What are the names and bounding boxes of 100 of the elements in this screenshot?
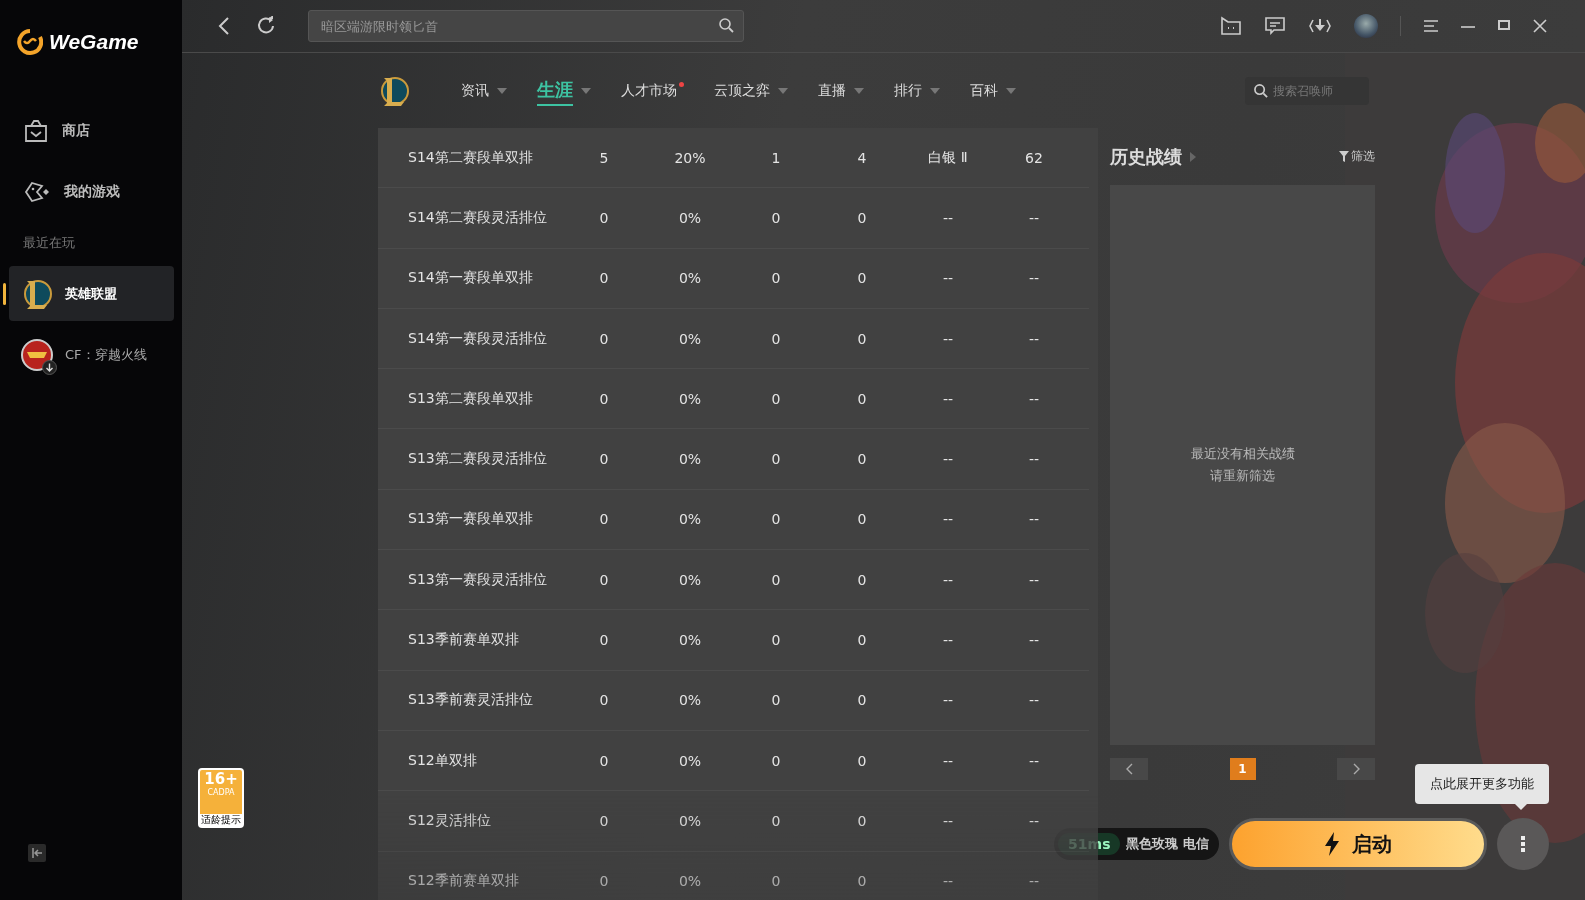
table-cell-text: 0 <box>598 571 610 588</box>
table-cell-text: -- <box>1027 390 1041 407</box>
table-cell-text: 0 <box>770 571 782 588</box>
table-cell-text: 0 <box>856 330 868 347</box>
table-cell-text: -- <box>1027 571 1041 588</box>
sidebar-item[interactable]: 我的游戏 <box>0 163 182 220</box>
menu-icon[interactable] <box>1423 19 1439 33</box>
table-cell-text: -- <box>1027 209 1041 226</box>
table-cell-text: 0 <box>770 632 782 648</box>
table-cell-text: 0 <box>770 390 782 407</box>
table-cell-text: 0% <box>677 511 703 528</box>
table-cell-text: S12季前赛单双排 <box>408 872 520 891</box>
search-icon <box>1254 83 1268 98</box>
table-cell-text: S13第二赛段单双排 <box>408 389 534 408</box>
table-cell-text: 0 <box>598 812 610 829</box>
search-icon <box>719 18 734 33</box>
logo-icon <box>17 28 43 56</box>
table-cell-text: -- <box>1027 873 1041 890</box>
message-icon[interactable] <box>1264 16 1286 36</box>
table-cell-text: S13季前赛单双排 <box>408 631 520 649</box>
tooltip: 点此展开更多功能 <box>1415 764 1549 804</box>
section-title: 历史战绩 <box>1110 144 1182 169</box>
search-field[interactable]: 暗区端游限时领匕首 <box>308 10 744 42</box>
table-cell-text: 0 <box>598 752 610 769</box>
table-cell-text: 0% <box>677 873 703 890</box>
table-cell-text: -- <box>1027 752 1041 769</box>
table-cell-text: S14第二赛段灵活排位 <box>408 208 548 227</box>
nav-tab[interactable]: 百科 <box>955 70 1031 111</box>
table-cell-text: -- <box>941 330 955 347</box>
table-cell-text: 0% <box>677 752 703 769</box>
table-cell-text: 0% <box>677 209 703 226</box>
refresh-icon[interactable] <box>256 16 276 36</box>
sidebar-item[interactable]: 商店 <box>0 102 182 159</box>
nav-tab[interactable]: 人才市场 <box>606 70 699 111</box>
table-cell-text: -- <box>1027 330 1041 347</box>
table-cell-text: -- <box>941 451 955 468</box>
more-icon <box>1521 836 1525 852</box>
table-cell-text: S13第一赛段单双排 <box>408 510 534 529</box>
table-cell-text: S13季前赛灵活排位 <box>408 691 534 710</box>
table-cell-text: 0% <box>677 692 703 709</box>
table-cell-text: 0 <box>598 270 610 287</box>
table-cell-text: 0 <box>856 692 868 709</box>
table-cell-text: S14第一赛段灵活排位 <box>408 329 548 348</box>
table-cell-text: 20% <box>673 149 707 166</box>
table-cell-text: S14第一赛段单双排 <box>408 269 534 288</box>
table-cell-text: 0 <box>598 873 610 890</box>
table-cell-text: 0% <box>677 330 703 347</box>
table-cell-text: 0 <box>770 209 782 226</box>
filter-button[interactable]: 筛选 <box>1339 148 1375 165</box>
collapse-icon[interactable] <box>28 844 46 862</box>
nav-tab[interactable]: 资讯 <box>446 70 522 111</box>
close-icon[interactable] <box>1533 19 1547 33</box>
lightning-icon <box>1324 832 1340 856</box>
game-logo-icon <box>21 277 53 310</box>
empty-message: 请重新筛选 <box>1210 467 1275 485</box>
chevron-right-icon <box>1352 763 1360 775</box>
table-cell-text: -- <box>1027 451 1041 468</box>
avatar[interactable] <box>1354 14 1378 38</box>
table-cell-text: 5 <box>598 149 610 166</box>
table-cell-text: 0 <box>598 632 610 648</box>
back-icon[interactable] <box>218 17 230 35</box>
launch-button[interactable]: 启动 <box>1229 818 1487 870</box>
game-item[interactable]: CF：穿越火线 <box>9 327 174 382</box>
table-cell-text: -- <box>941 752 955 769</box>
table-cell-text: -- <box>941 632 955 648</box>
folder-icon[interactable] <box>1220 16 1242 36</box>
table-cell-text: S13第一赛段灵活排位 <box>408 570 548 589</box>
table-cell-text: S14第二赛段单双排 <box>408 148 534 167</box>
table-cell-text: 0 <box>598 692 610 709</box>
table-cell-text: 0 <box>770 270 782 287</box>
table-cell-text: 0 <box>598 451 610 468</box>
maximize-icon[interactable] <box>1497 19 1511 33</box>
table-cell-text: 0 <box>598 390 610 407</box>
table-cell-text: 0 <box>770 752 782 769</box>
table-cell-text: 0 <box>598 209 610 226</box>
table-cell-text: -- <box>1027 632 1041 648</box>
table-cell-text: 0 <box>598 330 610 347</box>
table-cell-text: 0% <box>677 451 703 468</box>
table-cell-text: 0 <box>856 632 868 648</box>
nav-tab[interactable]: 排行 <box>879 70 955 111</box>
table-cell-text: 0 <box>856 752 868 769</box>
tooltip-pointer-icon <box>1515 804 1527 810</box>
table-cell-text: 0% <box>677 571 703 588</box>
summoner-search-field[interactable]: 搜索召唤师 <box>1245 76 1369 105</box>
table-cell-text: -- <box>941 571 955 588</box>
nav-tab[interactable]: 生涯 <box>522 70 606 111</box>
nav-tab[interactable]: 云顶之弈 <box>699 70 803 111</box>
app-logo-text: WeGame <box>49 30 139 54</box>
table-cell-text: -- <box>941 390 955 407</box>
nav-tab[interactable]: 直播 <box>803 70 879 111</box>
game-logo-icon <box>378 74 410 107</box>
table-cell-text: -- <box>1027 812 1041 829</box>
table-cell-text: -- <box>941 812 955 829</box>
table-cell-text: -- <box>941 209 955 226</box>
age-rating: 16+ <box>204 770 238 788</box>
chevron-left-icon <box>1125 763 1133 775</box>
table-cell-text: 0 <box>770 812 782 829</box>
table-cell-text: 0 <box>856 812 868 829</box>
table-cell-text: 0 <box>856 209 868 226</box>
table-cell-text: 0% <box>677 632 703 648</box>
